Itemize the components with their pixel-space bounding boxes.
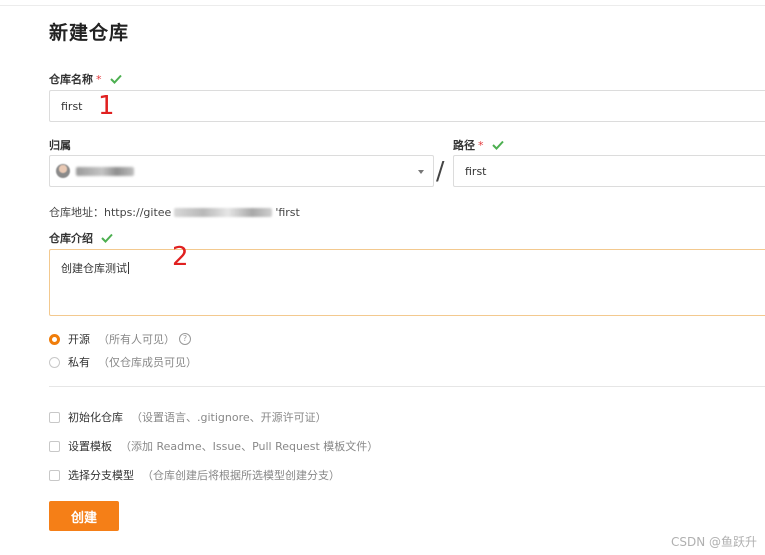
avatar: [56, 164, 70, 178]
branch-model-option[interactable]: 选择分支模型 （仓库创建后将根据所选模型创建分支）: [49, 467, 340, 483]
template-checkbox[interactable]: [49, 440, 60, 452]
repo-name-input[interactable]: first: [49, 90, 765, 122]
visibility-private-option[interactable]: 私有 （仅仓库成员可见）: [49, 354, 197, 370]
template-hint: （添加 Readme、Issue、Pull Request 模板文件）: [120, 440, 379, 453]
path-value: first: [465, 164, 487, 178]
visibility-private-label: 私有: [68, 356, 90, 369]
init-repo-label: 初始化仓库: [68, 411, 123, 424]
owner-select[interactable]: [49, 155, 434, 187]
repo-address-suffix: 'first: [275, 205, 300, 219]
owner-name-redacted: [76, 166, 134, 176]
section-divider: [49, 386, 765, 387]
repo-name-value: first: [61, 99, 83, 113]
visibility-public-label: 开源: [68, 333, 90, 346]
branch-model-checkbox[interactable]: [49, 469, 60, 481]
page-title: 新建仓库: [49, 22, 130, 44]
init-repo-hint: （设置语言、.gitignore、开源许可证）: [131, 411, 327, 424]
check-icon: [491, 140, 504, 150]
branch-model-label: 选择分支模型: [68, 469, 134, 482]
description-label: 仓库介绍: [49, 232, 93, 245]
repo-address-prefix: 仓库地址：https://gitee: [49, 206, 172, 219]
visibility-public-option[interactable]: 开源 （所有人可见） ?: [49, 331, 191, 347]
path-label-row: 路径 *: [453, 137, 504, 153]
annotation-2: 2: [172, 242, 189, 272]
watermark: CSDN @鱼跃升: [670, 535, 757, 549]
path-separator: /: [436, 156, 445, 185]
annotation-1: 1: [98, 91, 115, 121]
description-label-row: 仓库介绍: [49, 230, 113, 246]
init-repo-checkbox[interactable]: [49, 411, 60, 423]
template-option[interactable]: 设置模板 （添加 Readme、Issue、Pull Request 模板文件）: [49, 438, 378, 454]
check-icon: [109, 74, 122, 84]
required-mark: *: [96, 72, 102, 86]
caret-down-icon: [418, 170, 424, 174]
top-divider: [0, 5, 765, 6]
template-label: 设置模板: [68, 440, 112, 453]
path-label: 路径: [453, 139, 475, 152]
owner-label: 归属: [49, 139, 71, 152]
repo-address: 仓库地址：https://gitee 'first: [49, 204, 300, 220]
repo-address-redacted: [174, 207, 273, 217]
owner-label-row: 归属: [49, 137, 71, 153]
repo-name-label-row: 仓库名称 *: [49, 71, 122, 87]
path-input[interactable]: first: [453, 155, 765, 187]
radio-public[interactable]: [49, 333, 60, 345]
init-repo-option[interactable]: 初始化仓库 （设置语言、.gitignore、开源许可证）: [49, 409, 327, 425]
required-mark: *: [478, 138, 484, 152]
radio-private[interactable]: [49, 356, 60, 368]
description-textarea[interactable]: 创建仓库测试: [49, 249, 765, 316]
description-value: 创建仓库测试: [61, 262, 127, 275]
visibility-private-hint: （仅仓库成员可见）: [98, 356, 197, 369]
repo-name-label: 仓库名称: [49, 73, 93, 86]
question-circle-icon[interactable]: ?: [179, 333, 191, 345]
text-cursor: [128, 262, 129, 274]
check-icon: [101, 233, 113, 243]
branch-model-hint: （仓库创建后将根据所选模型创建分支）: [142, 469, 340, 482]
create-button[interactable]: 创建: [49, 501, 119, 531]
visibility-public-hint: （所有人可见）: [98, 333, 175, 346]
